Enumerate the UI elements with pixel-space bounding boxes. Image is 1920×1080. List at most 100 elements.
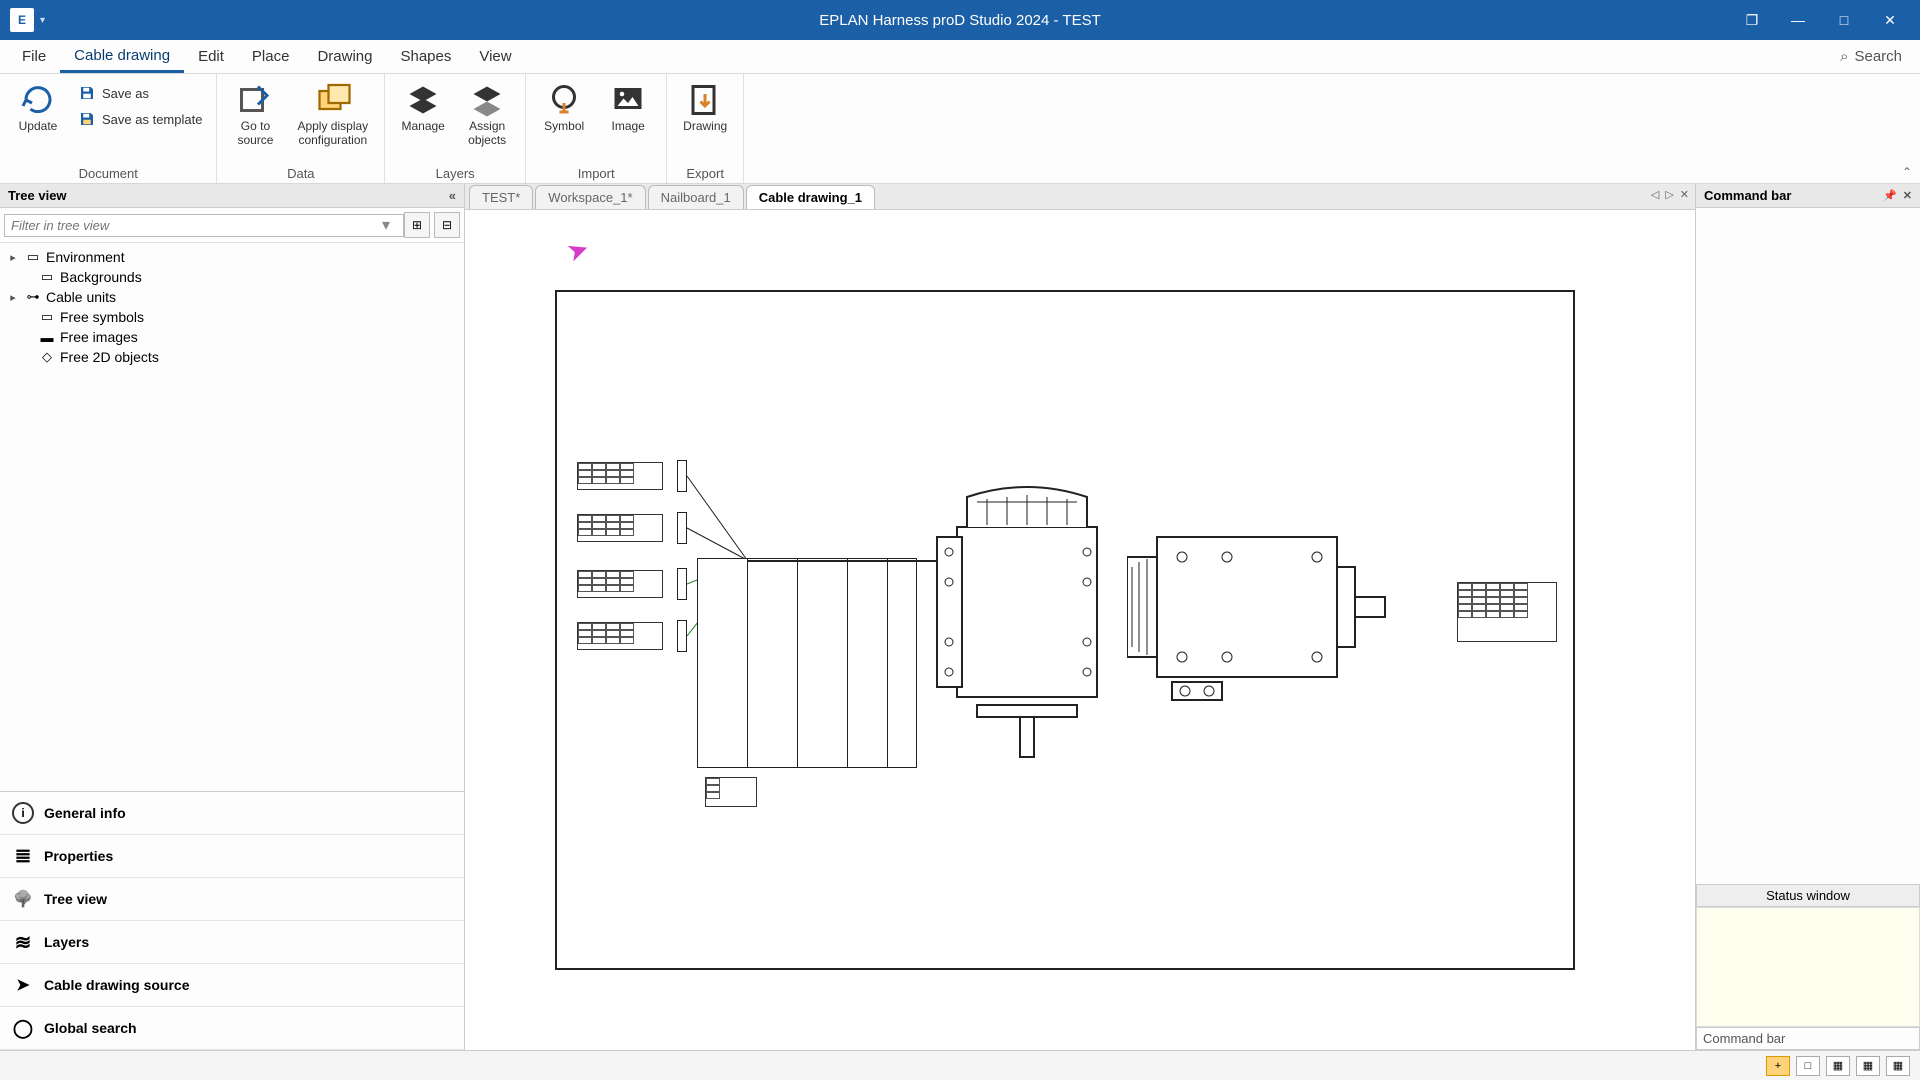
ribbon-group-import: Symbol Image Import <box>526 74 667 183</box>
symbol-icon: ▭ <box>38 309 56 325</box>
tree-expand-all-button[interactable]: ⊞ <box>404 212 430 238</box>
panel-pin-icon[interactable]: 📌 <box>1883 189 1897 202</box>
menu-bar: File Cable drawing Edit Place Drawing Sh… <box>0 40 1920 74</box>
global-search-icon <box>12 1017 34 1039</box>
properties-icon <box>12 845 34 867</box>
import-image-icon <box>610 82 646 118</box>
ribbon-group-data: Go to source Apply display configuration… <box>217 74 385 183</box>
tree-node-backgrounds[interactable]: ▭ Backgrounds <box>2 267 462 287</box>
app-icon: E <box>10 8 34 32</box>
bg-icon: ▭ <box>38 269 56 285</box>
save-as-button[interactable]: Save as <box>74 82 206 104</box>
tree-icon <box>12 888 34 910</box>
import-symbol-button[interactable]: Symbol <box>536 80 592 136</box>
go-to-source-button[interactable]: Go to source <box>227 80 283 150</box>
motor-symbol-1 <box>927 467 1127 767</box>
snap-grid-button-4[interactable]: ▦ <box>1886 1056 1910 1076</box>
refresh-icon <box>20 82 56 118</box>
tree-node-free-symbols[interactable]: ▭ Free symbols <box>2 307 462 327</box>
tab-close-icon[interactable]: ✕ <box>1680 188 1689 201</box>
connector-table <box>577 462 663 490</box>
expander-icon[interactable]: ▸ <box>6 291 20 304</box>
expander-icon[interactable]: ▸ <box>6 251 20 264</box>
snap-grid-button-1[interactable]: □ <box>1796 1056 1820 1076</box>
ribbon-collapse-icon[interactable]: ⌃ <box>1902 165 1912 179</box>
collapse-left-icon[interactable]: « <box>449 188 456 203</box>
side-tab-general-info[interactable]: i General info <box>0 792 464 835</box>
tree-collapse-all-button[interactable]: ⊟ <box>434 212 460 238</box>
ribbon: Update Save as Save as template Document <box>0 74 1920 184</box>
side-tab-tree-view[interactable]: Tree view <box>0 878 464 921</box>
menu-shapes[interactable]: Shapes <box>386 42 465 71</box>
side-tab-cable-drawing-source[interactable]: Cable drawing source <box>0 964 464 1007</box>
tab-scroll-right-icon[interactable]: ▷ <box>1665 188 1673 201</box>
tree-node-free-images[interactable]: ▬ Free images <box>2 327 462 347</box>
doc-tab-nailboard[interactable]: Nailboard_1 <box>648 185 744 209</box>
side-tab-properties[interactable]: Properties <box>0 835 464 878</box>
menu-place[interactable]: Place <box>238 42 304 71</box>
export-drawing-button[interactable]: Drawing <box>677 80 733 136</box>
label-table <box>705 777 757 807</box>
update-button[interactable]: Update <box>10 80 66 136</box>
export-drawing-icon <box>687 82 723 118</box>
assign-objects-button[interactable]: Assign objects <box>459 80 515 150</box>
window-minimize-icon[interactable]: ― <box>1786 12 1810 28</box>
panel-close-icon[interactable]: ✕ <box>1903 189 1912 202</box>
snap-add-button[interactable]: + <box>1766 1056 1790 1076</box>
schematic-body <box>697 558 917 768</box>
obj2d-icon: ◇ <box>38 349 56 365</box>
menu-cable-drawing[interactable]: Cable drawing <box>60 41 184 73</box>
status-window-header: Status window <box>1696 884 1920 907</box>
ribbon-group-layers: Manage Assign objects Layers <box>385 74 526 183</box>
window-maximize-icon[interactable]: □ <box>1832 12 1856 28</box>
connector-table <box>577 570 663 598</box>
snap-grid-button-3[interactable]: ▦ <box>1856 1056 1880 1076</box>
connector-pins <box>677 460 687 492</box>
snap-grid-button-2[interactable]: ▦ <box>1826 1056 1850 1076</box>
command-bar-input[interactable]: Command bar <box>1696 1027 1920 1050</box>
tab-scroll-left-icon[interactable]: ◁ <box>1651 188 1659 201</box>
tree-node-free-2d-objects[interactable]: ◇ Free 2D objects <box>2 347 462 367</box>
layers-assign-icon <box>469 82 505 118</box>
drawing-canvas[interactable]: ➤ <box>465 210 1695 1050</box>
canvas-area: TEST* Workspace_1* Nailboard_1 Cable dra… <box>465 184 1695 1050</box>
ribbon-group-export: Drawing Export <box>667 74 744 183</box>
window-title: EPLAN Harness proD Studio 2024 - TEST <box>819 12 1101 29</box>
command-bar-header: Command bar 📌 ✕ <box>1696 184 1920 208</box>
tree-node-cable-units[interactable]: ▸ ⊶ Cable units <box>2 287 462 307</box>
status-bar: + □ ▦ ▦ ▦ <box>0 1050 1920 1080</box>
layers-icon <box>12 931 34 953</box>
connector-table <box>577 622 663 650</box>
ribbon-group-label: Data <box>227 164 374 181</box>
window-restore-down-icon[interactable]: ❐ <box>1740 12 1764 29</box>
tree-filter-input[interactable] <box>4 214 404 237</box>
apply-display-config-button[interactable]: Apply display configuration <box>291 80 374 150</box>
motor-symbol-2 <box>1127 507 1387 717</box>
menu-view[interactable]: View <box>465 42 525 71</box>
connector-pins <box>677 512 687 544</box>
side-tab-global-search[interactable]: Global search <box>0 1007 464 1050</box>
menu-edit[interactable]: Edit <box>184 42 238 71</box>
menu-drawing[interactable]: Drawing <box>303 42 386 71</box>
doc-tab-test[interactable]: TEST* <box>469 185 533 209</box>
doc-tab-workspace[interactable]: Workspace_1* <box>535 185 645 209</box>
manage-layers-button[interactable]: Manage <box>395 80 451 136</box>
ribbon-group-label: Import <box>536 164 656 181</box>
connector-pins <box>677 620 687 652</box>
document-tabs: TEST* Workspace_1* Nailboard_1 Cable dra… <box>465 184 1695 210</box>
qat-dropdown-icon[interactable]: ▾ <box>40 15 45 26</box>
source-icon <box>12 974 34 996</box>
import-image-button[interactable]: Image <box>600 80 656 136</box>
apply-display-icon <box>315 82 351 118</box>
menu-file[interactable]: File <box>8 42 60 71</box>
side-tab-layers[interactable]: Layers <box>0 921 464 964</box>
save-as-template-button[interactable]: Save as template <box>74 108 206 130</box>
status-window-body <box>1696 907 1920 1027</box>
tree-node-environment[interactable]: ▸ ▭ Environment <box>2 247 462 267</box>
search-box[interactable]: ⌕ Search <box>1840 48 1912 65</box>
cable-icon: ⊶ <box>24 289 42 305</box>
ribbon-group-label: Document <box>10 164 206 181</box>
right-panel: Command bar 📌 ✕ Status window Command ba… <box>1695 184 1920 1050</box>
window-close-icon[interactable]: ✕ <box>1878 12 1902 29</box>
doc-tab-cable-drawing[interactable]: Cable drawing_1 <box>746 185 875 209</box>
